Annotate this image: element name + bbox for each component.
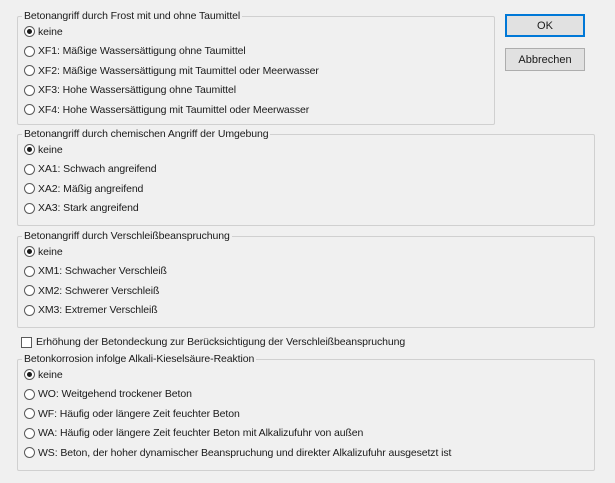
radio-button-icon: [24, 144, 35, 156]
frost-options: keine XF1: Mäßige Wassersättigung ohne T…: [18, 22, 494, 120]
radio-chemisch-keine[interactable]: keine: [24, 140, 594, 160]
radio-button-icon: [24, 285, 35, 297]
radio-button-icon: [24, 202, 35, 214]
radio-button-icon: [24, 183, 35, 195]
radio-verschleiss-xm1[interactable]: XM1: Schwacher Verschleiß: [24, 262, 594, 282]
radio-button-icon: [24, 427, 35, 439]
radio-label: keine: [38, 245, 63, 258]
radio-label: keine: [38, 25, 63, 38]
radio-chemisch-xa3[interactable]: XA3: Stark angreifend: [24, 199, 594, 219]
group-chemisch: Betonangriff durch chemischen Angriff de…: [17, 128, 595, 226]
radio-button-icon: [24, 447, 35, 459]
radio-label: WA: Häufig oder längere Zeit feuchter Be…: [38, 427, 364, 440]
radio-chemisch-xa2[interactable]: XA2: Mäßig angreifend: [24, 179, 594, 199]
radio-button-icon: [24, 163, 35, 175]
radio-verschleiss-xm3[interactable]: XM3: Extremer Verschleiß: [24, 301, 594, 321]
radio-button-icon: [24, 369, 35, 381]
radio-label: XA2: Mäßig angreifend: [38, 182, 144, 195]
radio-label: WF: Häufig oder längere Zeit feuchter Be…: [38, 407, 240, 420]
radio-button-icon: [24, 84, 35, 96]
group-verschleiss: Betonangriff durch Verschleißbeanspruchu…: [17, 230, 595, 328]
radio-label: XF1: Mäßige Wassersättigung ohne Taumitt…: [38, 45, 246, 58]
radio-frost-keine[interactable]: keine: [24, 22, 494, 42]
group-frost: Betonangriff durch Frost mit und ohne Ta…: [17, 10, 495, 125]
ok-button[interactable]: OK: [505, 14, 585, 37]
radio-frost-xf3[interactable]: XF3: Hohe Wassersättigung ohne Taumittel: [24, 81, 494, 101]
verschleiss-options: keine XM1: Schwacher Verschleiß XM2: Sch…: [18, 242, 594, 320]
radio-button-icon: [24, 104, 35, 116]
radio-label: XA1: Schwach angreifend: [38, 163, 157, 176]
exposure-class-dialog: Betonangriff durch Frost mit und ohne Ta…: [0, 0, 615, 483]
radio-chemisch-xa1[interactable]: XA1: Schwach angreifend: [24, 160, 594, 180]
radio-alkali-wf[interactable]: WF: Häufig oder längere Zeit feuchter Be…: [24, 404, 594, 424]
radio-label: WO: Weitgehend trockener Beton: [38, 388, 192, 401]
radio-verschleiss-keine[interactable]: keine: [24, 242, 594, 262]
betondeckung-checkbox[interactable]: [21, 336, 32, 348]
radio-alkali-wo[interactable]: WO: Weitgehend trockener Beton: [24, 385, 594, 405]
radio-button-icon: [24, 45, 35, 57]
group-verschleiss-legend: Betonangriff durch Verschleißbeanspruchu…: [24, 230, 230, 242]
radio-label: XM3: Extremer Verschleiß: [38, 304, 158, 317]
radio-label: WS: Beton, der hoher dynamischer Beanspr…: [38, 446, 452, 459]
radio-button-icon: [24, 304, 35, 316]
radio-button-icon: [24, 26, 35, 38]
radio-label: XF3: Hohe Wassersättigung ohne Taumittel: [38, 84, 236, 97]
cancel-button[interactable]: Abbrechen: [505, 48, 585, 71]
group-alkali: Betonkorrosion infolge Alkali-Kieselsäur…: [17, 353, 595, 471]
group-frost-legend: Betonangriff durch Frost mit und ohne Ta…: [24, 10, 241, 22]
group-alkali-legend: Betonkorrosion infolge Alkali-Kieselsäur…: [24, 353, 255, 365]
radio-alkali-wa[interactable]: WA: Häufig oder längere Zeit feuchter Be…: [24, 424, 594, 444]
radio-label: keine: [38, 143, 63, 156]
radio-frost-xf4[interactable]: XF4: Hohe Wassersättigung mit Taumittel …: [24, 100, 494, 120]
radio-label: XA3: Stark angreifend: [38, 202, 139, 215]
radio-label: XF4: Hohe Wassersättigung mit Taumittel …: [38, 103, 310, 116]
radio-button-icon: [24, 65, 35, 77]
radio-frost-xf2[interactable]: XF2: Mäßige Wassersättigung mit Taumitte…: [24, 61, 494, 81]
radio-alkali-ws[interactable]: WS: Beton, der hoher dynamischer Beanspr…: [24, 443, 594, 463]
radio-label: XM1: Schwacher Verschleiß: [38, 265, 167, 278]
chemisch-options: keine XA1: Schwach angreifend XA2: Mäßig…: [18, 140, 594, 218]
radio-alkali-keine[interactable]: keine: [24, 365, 594, 385]
group-chemisch-legend: Betonangriff durch chemischen Angriff de…: [24, 128, 269, 140]
alkali-options: keine WO: Weitgehend trockener Beton WF:…: [18, 365, 594, 463]
radio-button-icon: [24, 408, 35, 420]
radio-verschleiss-xm2[interactable]: XM2: Schwerer Verschleiß: [24, 281, 594, 301]
radio-label: keine: [38, 368, 63, 381]
radio-button-icon: [24, 246, 35, 258]
betondeckung-checkbox-row[interactable]: Erhöhung der Betondeckung zur Berücksich…: [21, 336, 405, 348]
radio-label: XF2: Mäßige Wassersättigung mit Taumitte…: [38, 64, 319, 77]
radio-button-icon: [24, 265, 35, 277]
radio-label: XM2: Schwerer Verschleiß: [38, 284, 160, 297]
betondeckung-checkbox-label: Erhöhung der Betondeckung zur Berücksich…: [36, 336, 406, 348]
radio-frost-xf1[interactable]: XF1: Mäßige Wassersättigung ohne Taumitt…: [24, 42, 494, 62]
radio-button-icon: [24, 388, 35, 400]
